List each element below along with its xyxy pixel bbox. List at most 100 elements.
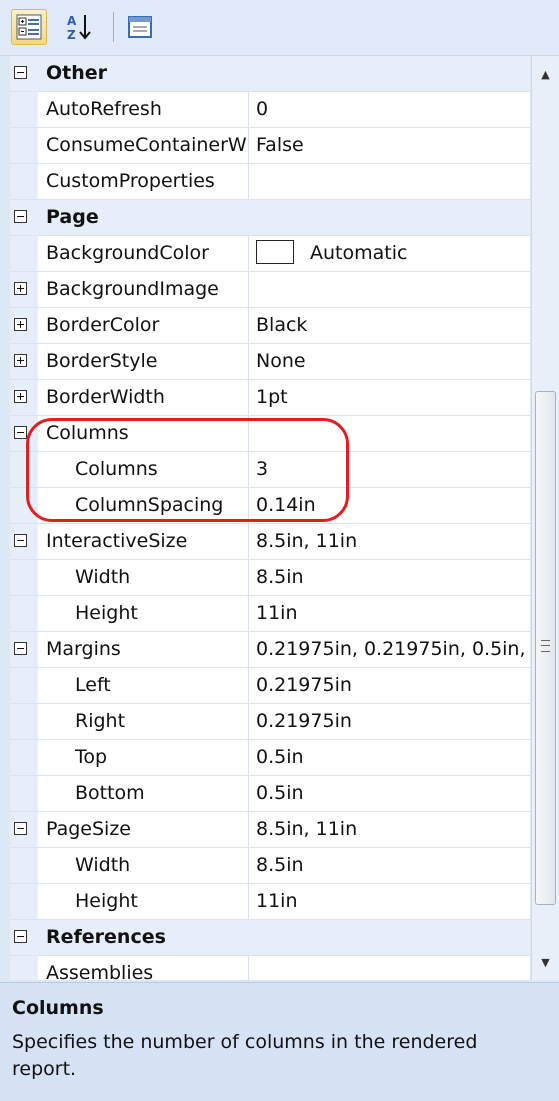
property-value-text: Automatic [310,242,408,264]
property-value[interactable]: 0.14in [256,488,530,523]
property-name: Top [75,746,108,768]
property-name: BorderColor [46,314,160,336]
property-value[interactable]: 1pt [256,380,530,415]
property-value[interactable] [256,164,530,199]
svg-text:A: A [67,14,77,28]
collapse-icon[interactable] [14,426,27,439]
property-row[interactable]: Columns [10,416,530,452]
property-value-text: 0.5in [256,782,304,804]
property-name: CustomProperties [46,170,215,192]
scroll-thumb[interactable] [535,391,556,905]
property-value[interactable] [256,416,530,451]
sort-alphabetical-icon: A Z [67,14,91,42]
collapse-icon[interactable] [14,822,27,835]
property-value[interactable] [256,956,530,980]
property-name: Columns [46,422,129,444]
property-value[interactable]: 8.5in [256,560,530,595]
property-pages-button[interactable] [122,9,158,45]
property-value[interactable]: 8.5in, 11in [256,524,530,559]
property-row[interactable]: CustomProperties [10,164,530,200]
property-value[interactable]: 0.5in [256,776,530,811]
property-value[interactable]: 0.21975in [256,668,530,703]
property-value-text: 0.21975in [256,674,352,696]
property-value[interactable]: 11in [256,596,530,631]
property-name: ColumnSpacing [75,494,224,516]
property-value[interactable] [256,272,530,307]
category-row[interactable]: Page [10,200,530,236]
property-name: PageSize [46,818,131,840]
expand-icon[interactable] [14,390,27,403]
property-grid-toolbar: A Z [0,0,559,56]
property-row[interactable]: Margins 0.21975in, 0.21975in, 0.5in, 0.5i… [10,632,530,668]
property-row[interactable]: ColumnSpacing 0.14in [10,488,530,524]
property-row[interactable]: BorderColor Black [10,308,530,344]
property-row[interactable]: Left 0.21975in [10,668,530,704]
property-name: Assemblies [46,962,154,980]
description-title: Columns [12,997,104,1019]
property-name: BorderStyle [46,350,158,372]
property-value[interactable]: 11in [256,884,530,919]
property-row[interactable]: Bottom 0.5in [10,776,530,812]
expand-icon[interactable] [14,354,27,367]
property-row[interactable]: AutoRefresh 0 [10,92,530,128]
property-name: AutoRefresh [46,98,162,120]
property-row[interactable]: Height 11in [10,596,530,632]
property-grid[interactable]: Other AutoRefresh 0 ConsumeContainerWhitesp… [10,56,530,980]
expand-icon[interactable] [14,318,27,331]
color-swatch [256,240,294,264]
property-row[interactable]: Width 8.5in [10,848,530,884]
property-value-text: 8.5in [256,566,304,588]
property-value-text: 8.5in, 11in [256,530,358,552]
property-row[interactable]: BackgroundColor Automatic [10,236,530,272]
property-value[interactable]: Automatic [256,236,530,271]
scroll-down-arrow-icon[interactable]: ▼ [532,950,559,974]
scroll-grip-icon [541,640,550,652]
category-label: Page [46,206,99,228]
property-row[interactable]: BorderWidth 1pt [10,380,530,416]
property-value-text: Black [256,314,308,336]
vertical-scrollbar[interactable]: ▲ ▼ [531,56,559,980]
property-row[interactable]: Right 0.21975in [10,704,530,740]
property-value-text: 0.5in [256,746,304,768]
property-value-text: 1pt [256,386,288,408]
property-row[interactable]: ConsumeContainerWhitespace False [10,128,530,164]
property-row[interactable]: BackgroundImage [10,272,530,308]
property-value[interactable]: 0 [256,92,530,127]
collapse-icon[interactable] [14,210,27,223]
property-name: BackgroundColor [46,242,209,264]
category-row[interactable]: References [10,920,530,956]
property-value[interactable]: Black [256,308,530,343]
property-row[interactable]: Top 0.5in [10,740,530,776]
collapse-icon[interactable] [14,534,27,547]
property-value[interactable]: 8.5in [256,848,530,883]
property-row[interactable]: Height 11in [10,884,530,920]
property-row[interactable]: Assemblies [10,956,530,980]
property-value[interactable]: 0.5in [256,740,530,775]
categorized-button[interactable] [11,9,47,45]
property-row[interactable]: PageSize 8.5in, 11in [10,812,530,848]
property-name: Left [75,674,111,696]
toolbar-separator [113,12,114,42]
property-value-text: 0.14in [256,494,316,516]
collapse-icon[interactable] [14,642,27,655]
property-name: Width [75,566,131,588]
property-value[interactable]: None [256,344,530,379]
property-name: Right [75,710,126,732]
property-row[interactable]: InteractiveSize 8.5in, 11in [10,524,530,560]
property-value[interactable]: 0.21975in, 0.21975in, 0.5in, 0.5in [256,632,530,667]
property-value[interactable]: False [256,128,530,163]
property-row[interactable]: Columns 3 [10,452,530,488]
collapse-icon[interactable] [14,66,27,79]
expand-icon[interactable] [14,282,27,295]
property-name: BorderWidth [46,386,165,408]
property-value[interactable]: 0.21975in [256,704,530,739]
property-value[interactable]: 8.5in, 11in [256,812,530,847]
scroll-up-arrow-icon[interactable]: ▲ [532,62,559,86]
property-row[interactable]: Width 8.5in [10,560,530,596]
property-name: Height [75,890,138,912]
property-value[interactable]: 3 [256,452,530,487]
collapse-icon[interactable] [14,930,27,943]
category-row[interactable]: Other [10,56,530,92]
property-row[interactable]: BorderStyle None [10,344,530,380]
sort-alphabetical-button[interactable]: A Z [62,9,98,45]
